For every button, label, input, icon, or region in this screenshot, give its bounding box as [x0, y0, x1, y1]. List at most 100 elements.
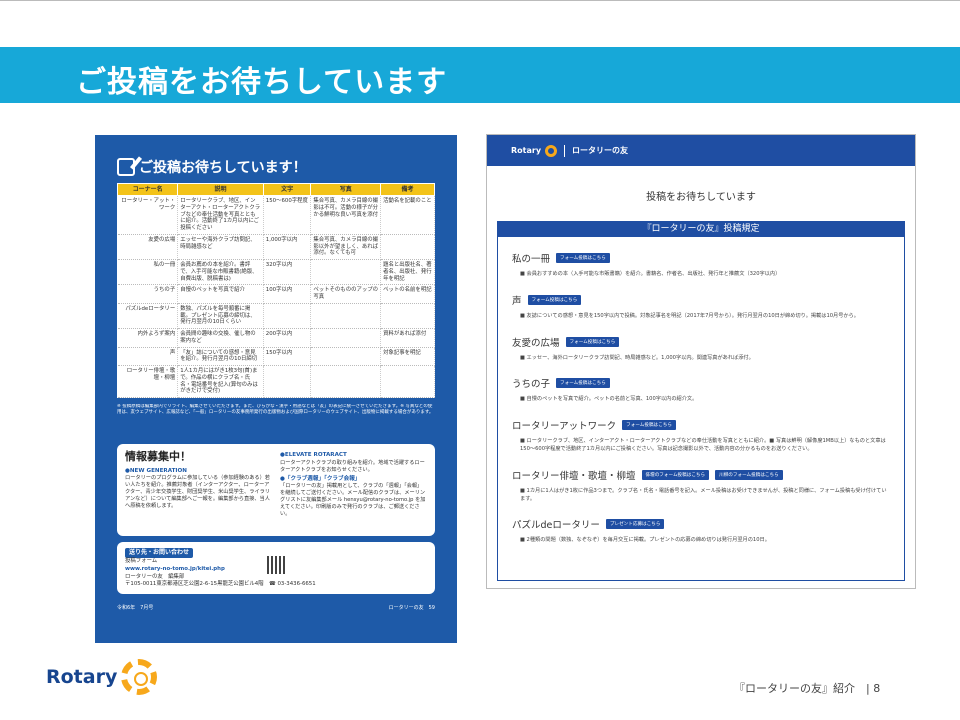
info-right-text-2: 「ロータリーの友」掲載用として、クラブの「週報」「会報」を継続してご送付ください…	[280, 483, 426, 518]
form-submit-button[interactable]: 俳壇のフォーム投稿はこちら	[641, 469, 710, 480]
rule-section-name: 私の一冊	[512, 254, 551, 265]
contact-box: 送り先・お問い合わせ 投稿フォーム www.rotary-no-tomo.jp/…	[117, 542, 435, 594]
form-submit-button[interactable]: フォーム投稿はこちら	[527, 294, 582, 305]
table-cell	[310, 303, 382, 330]
contact-tag: 送り先・お問い合わせ	[125, 548, 194, 559]
form-submit-button-2[interactable]: 川柳のフォーム投稿はこちら	[715, 469, 783, 480]
magazine-footer-left: 令和6年 7月号	[117, 605, 154, 611]
rule-section-text: ■ 2種類の問題（数独、なぞなぞ）を毎月交互に掲載。プレゼントの応募の締め切りは…	[520, 537, 770, 544]
table-header: 備考	[380, 183, 435, 196]
slide-footer: 『ロータリーの友』紹介 | 8	[734, 682, 881, 695]
rule-section: うちの子 フォーム投稿はこちら ■ 自慢のペットを写真で紹介。ペットの名前と写真、1…	[498, 376, 904, 404]
table-cell: 数独、パズルを毎号順番に掲載。プレゼント応募の締切は、発行月翌月の10日くらい	[177, 303, 264, 330]
contact-address: 〒105-0011東京都港区芝公園2-6-15黒龍芝公園ビル4階	[125, 581, 264, 588]
form-submit-button[interactable]: フォーム投稿はこちら	[622, 420, 676, 431]
magazine-footer-right: ロータリーの友 59	[388, 605, 435, 611]
table-cell: 200字以内	[263, 328, 312, 348]
table-cell: 資料があれば添付	[380, 328, 435, 348]
web-page-title: 投稿をお待ちしています	[646, 192, 756, 203]
web-brand: Rotary	[511, 146, 542, 155]
table-cell: 320字以内	[263, 259, 312, 286]
table-cell: 自慢のペットを写真で紹介	[177, 284, 264, 304]
table-cell: 対象記事を明記	[380, 347, 435, 366]
table-row: 私の一冊 会員お薦めの本を紹介。書評で、入手可能な市販書籍(絶版、自費出版、脱稿書…	[117, 259, 435, 286]
rule-section-text: ■ 会員おすすめの本（入手可能な市販書籍）を紹介。書籍名、作者名、出版社、発行年…	[520, 271, 781, 277]
table-row: 内外よろず案内 会員間の趣味の交換、催し物の案内など 200字以内 資料があれば添付	[117, 328, 435, 348]
web-brand-jp: ロータリーの友	[572, 146, 629, 155]
table-cell: 集合写真、カメラ目線の撮影は不可。活動の様子が分かる鮮明な良い写真を添付	[310, 195, 382, 235]
contact-org: ロータリーの友 編集部	[125, 573, 185, 580]
rule-section-name: うちの子	[512, 379, 551, 391]
rule-section-name: 声	[512, 295, 522, 307]
table-cell: ペットの名前を明記	[380, 284, 435, 304]
top-divider	[0, 0, 960, 1]
form-submit-button[interactable]: プレゼント応募はこちら	[605, 519, 665, 530]
rules-box-title: 『ロータリーの友』投稿規定	[498, 222, 904, 237]
qr-code-icon	[267, 556, 285, 574]
table-cell	[310, 259, 382, 286]
table-cell: 会員お薦めの本を紹介。書評で、入手可能な市販書籍(絶版、自費出版、脱稿書は)	[177, 259, 264, 286]
table-cell	[380, 234, 435, 261]
form-submit-button[interactable]: フォーム投稿はこちら	[565, 336, 620, 347]
table-cell: 題名と出版社名、著者名、出版社、発行年を明記	[380, 259, 435, 286]
table-header: コーナー名	[116, 183, 179, 196]
rule-section-text: ■ 友誌についての感想・意見を150字以内で投稿。対象記事名を明記（2017年7…	[520, 312, 859, 319]
rule-section: ロータリー俳壇・歌壇・柳壇 俳壇のフォーム投稿はこちら 川柳のフォーム投稿はこちら ■…	[498, 468, 904, 504]
info-right: ●ELEVATE ROTARACT ローターアクトクラブの取り組みを紹介。地域で…	[280, 450, 427, 530]
rule-section-text: ■ 自慢のペットを写真で紹介。ペットの名前と写真、100字以内の紹介文。	[520, 396, 698, 403]
rule-section-title: 声フォーム投稿はこちら	[512, 293, 890, 307]
rule-section: パズルdeロータリー プレゼント応募はこちら ■ 2種類の問題（数独、なぞなぞ）を毎…	[498, 517, 904, 545]
table-cell: パズルdeロータリー	[117, 303, 179, 330]
rule-section: ロータリーアットワーク フォーム投稿はこちら ■ ロータリークラブ、地区、インターア…	[498, 418, 904, 454]
table-row: 友愛の広場 エッセーや海外クラブ訪問記、時局雑感など 1,000字以内 集合写真、カメ…	[117, 234, 435, 261]
table-cell: ロータリークラブ、地区、インターアクト・ローターアクトクラブなどの奉仕活動を写真…	[177, 195, 264, 235]
form-submit-button[interactable]: フォーム投稿はこちら	[556, 378, 610, 389]
rule-section: 私の一冊 フォーム投稿はこちら ■ 会員おすすめの本（入手可能な市販書籍）を紹介。書…	[498, 251, 904, 279]
table-cell	[310, 347, 382, 366]
table-header: 写真	[310, 183, 382, 196]
table-header: 説明	[177, 183, 264, 196]
info-box: 情報募集中！ ●NEW GENERATION ロータリーのプログラムに参加してい…	[117, 444, 435, 536]
table-cell: 150字以内	[263, 347, 312, 366]
form-submit-button[interactable]: フォーム投稿はこちら	[556, 253, 610, 263]
slide: ご投稿をお待ちしています ご投稿お待ちしています！ コーナー名 説明 文字 写真 備考 …	[0, 0, 960, 720]
table-cell: 声	[117, 347, 179, 366]
table-cell	[263, 303, 312, 330]
table-cell: 私の一冊	[117, 259, 179, 286]
table-cell: うちの子	[117, 284, 179, 304]
rotary-wheel-icon	[545, 144, 558, 157]
table-row: 声「友」誌についての感想・意見を紹介。発行月翌月の10日締切 150字以内 対象記事…	[117, 347, 435, 366]
table-cell	[310, 365, 382, 398]
table-row: ロータリー・アット・ワーク ロータリークラブ、地区、インターアクト・ローターアクト…	[117, 195, 435, 235]
table-row: うちの子 自慢のペットを写真で紹介 100字以内 ペットそのもののアップの写真 ペットの…	[117, 284, 435, 304]
table-cell: 集合写真、カメラ目線の撮影以外が望ましく、あれば添付。なくても可	[310, 234, 382, 261]
table-cell: ロータリー・アット・ワーク	[117, 195, 179, 235]
rotary-wheel-icon	[121, 659, 158, 695]
rule-section-name: パズルdeロータリー	[512, 520, 600, 532]
rule-section-text: ■ エッセー、海外ロータリークラブ訪問記、時局雑感など。1,000字以内。関連写…	[520, 354, 754, 361]
magazine-heading-text: ご投稿お待ちしています！	[139, 160, 307, 176]
header-separator	[564, 144, 566, 157]
table-cell: 100字以内	[263, 284, 312, 304]
table-cell: 友愛の広場	[117, 234, 179, 261]
info-left: 情報募集中！ ●NEW GENERATION ロータリーのプログラムに参加してい…	[125, 450, 272, 530]
table-cell	[310, 328, 382, 348]
table-cell: 内外よろず案内	[117, 328, 179, 348]
table-cell: 会員間の趣味の交換、催し物の案内など	[177, 328, 264, 348]
magazine-footer: 令和6年 7月号 ロータリーの友 59	[117, 604, 435, 611]
table-cell: 活動名を記載のこと	[380, 195, 435, 235]
rule-section-title: 友愛の広場 フォーム投稿はこちら	[512, 335, 890, 349]
rule-section: 声フォーム投稿はこちら ■ 友誌についての感想・意見を150字以内で投稿。対象記事…	[498, 293, 904, 321]
rules-box: 『ロータリーの友』投稿規定 私の一冊 フォーム投稿はこちら ■ 会員おすすめの本（入…	[497, 221, 905, 581]
rule-section-name: ロータリーアットワーク	[512, 421, 617, 433]
info-left-text: ロータリーのプログラムに参加している（参加経験のある）若い人たちを紹介。推薦対象…	[125, 475, 270, 510]
table-cell	[380, 303, 435, 330]
logo-wordmark: Rotary	[46, 666, 118, 688]
info-right-subtitle-2: ●「クラブ週報」「クラブ会報」	[280, 475, 361, 482]
table-cell: 「友」誌についての感想・意見を紹介。発行月翌月の10日締切	[177, 347, 264, 366]
rule-section-title: ロータリーアットワーク フォーム投稿はこちら	[512, 418, 890, 432]
table-cell: エッセーや海外クラブ訪問記、時局雑感など	[177, 234, 264, 261]
magazine-heading: ご投稿お待ちしています！	[117, 155, 435, 179]
rotary-logo: Rotary	[46, 659, 158, 695]
table-row: パズルdeロータリー 数独、パズルを毎号順番に掲載。プレゼント応募の締切は、発行月…	[117, 303, 435, 330]
